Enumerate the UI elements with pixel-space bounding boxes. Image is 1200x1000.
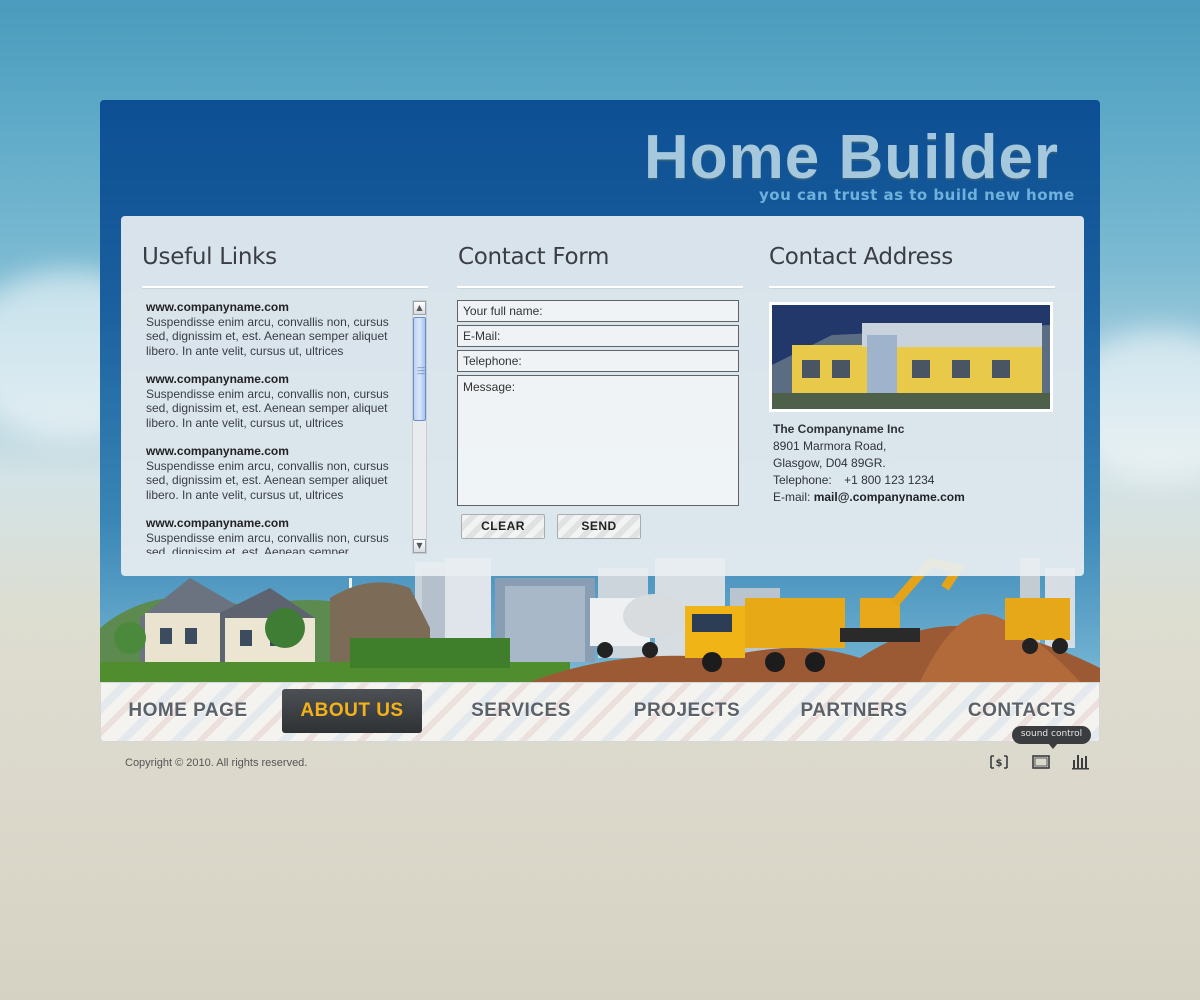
svg-text:$: $: [996, 758, 1003, 769]
contact-form-heading: Contact Form: [458, 244, 610, 270]
nav-services[interactable]: SERVICES: [451, 689, 591, 733]
contact-address-heading: Contact Address: [769, 244, 953, 270]
list-item: www.companyname.com Suspendisse enim arc…: [146, 516, 408, 554]
main-nav: HOME PAGE ABOUT US SERVICES PROJECTS PAR…: [100, 682, 1100, 742]
nav-home[interactable]: HOME PAGE: [118, 689, 258, 733]
equalizer-icon[interactable]: [1071, 753, 1091, 771]
email-link[interactable]: mail@.companyname.com: [814, 490, 965, 504]
message-field[interactable]: Message:: [457, 375, 739, 506]
useful-links-heading: Useful Links: [142, 244, 277, 270]
nav-about-us[interactable]: ABOUT US: [282, 689, 422, 733]
scroll-up-icon[interactable]: ▲: [413, 301, 426, 315]
dollar-icon[interactable]: $: [989, 753, 1009, 771]
list-item: www.companyname.com Suspendisse enim arc…: [146, 372, 408, 430]
list-item: www.companyname.com Suspendisse enim arc…: [146, 300, 408, 358]
scroll-down-icon[interactable]: ▼: [413, 539, 426, 553]
link-description: Suspendisse enim arcu, convallis non, cu…: [146, 314, 389, 358]
phone-field[interactable]: Telephone:: [457, 350, 739, 372]
fullscreen-icon[interactable]: [1031, 753, 1051, 771]
nav-partners[interactable]: PARTNERS: [784, 689, 924, 733]
content-panel: Useful Links www.companyname.com Suspend…: [121, 216, 1084, 576]
site-tagline: you can trust as to build new home: [759, 186, 1075, 204]
copyright-text: Copyright © 2010. All rights reserved.: [125, 757, 308, 769]
office-building-photo: [769, 302, 1053, 412]
scrollbar-thumb[interactable]: — — —: [413, 317, 426, 421]
email-field[interactable]: E-Mail:: [457, 325, 739, 347]
links-scrollbar[interactable]: ▲ — — — ▼: [412, 300, 427, 554]
grip-icon: — — —: [417, 363, 425, 378]
email-line: E-mail: mail@.companyname.com: [773, 489, 965, 506]
nav-projects[interactable]: PROJECTS: [617, 689, 757, 733]
construction-scene-image: [100, 558, 1100, 682]
company-name: The Companyname Inc: [773, 422, 905, 436]
link-url[interactable]: www.companyname.com: [146, 516, 408, 531]
useful-links-list[interactable]: www.companyname.com Suspendisse enim arc…: [142, 300, 429, 554]
city-address: Glasgow, D04 89GR.: [773, 456, 886, 470]
link-description: Suspendisse enim arcu, convallis non, cu…: [146, 530, 389, 555]
link-url[interactable]: www.companyname.com: [146, 444, 408, 459]
link-url[interactable]: www.companyname.com: [146, 372, 408, 387]
link-url[interactable]: www.companyname.com: [146, 300, 408, 315]
send-button[interactable]: SEND: [557, 514, 641, 539]
list-item: www.companyname.com Suspendisse enim arc…: [146, 444, 408, 502]
divider: [769, 286, 1055, 289]
site-title: Home Builder: [644, 123, 1060, 192]
name-field[interactable]: Your full name:: [457, 300, 739, 322]
phone-line: Telephone: +1 800 123 1234: [773, 472, 934, 489]
phone-number: +1 800 123 1234: [844, 473, 935, 487]
street-address: 8901 Marmora Road,: [773, 439, 887, 453]
divider: [142, 286, 428, 289]
sound-control-tooltip: sound control: [1012, 726, 1091, 749]
clear-button[interactable]: CLEAR: [461, 514, 545, 539]
phone-label: Telephone:: [773, 473, 832, 487]
site-container: Home Builder you can trust as to build n…: [100, 100, 1100, 770]
divider: [457, 286, 743, 289]
link-description: Suspendisse enim arcu, convallis non, cu…: [146, 458, 389, 502]
link-description: Suspendisse enim arcu, convallis non, cu…: [146, 386, 389, 430]
email-label: E-mail:: [773, 490, 811, 504]
